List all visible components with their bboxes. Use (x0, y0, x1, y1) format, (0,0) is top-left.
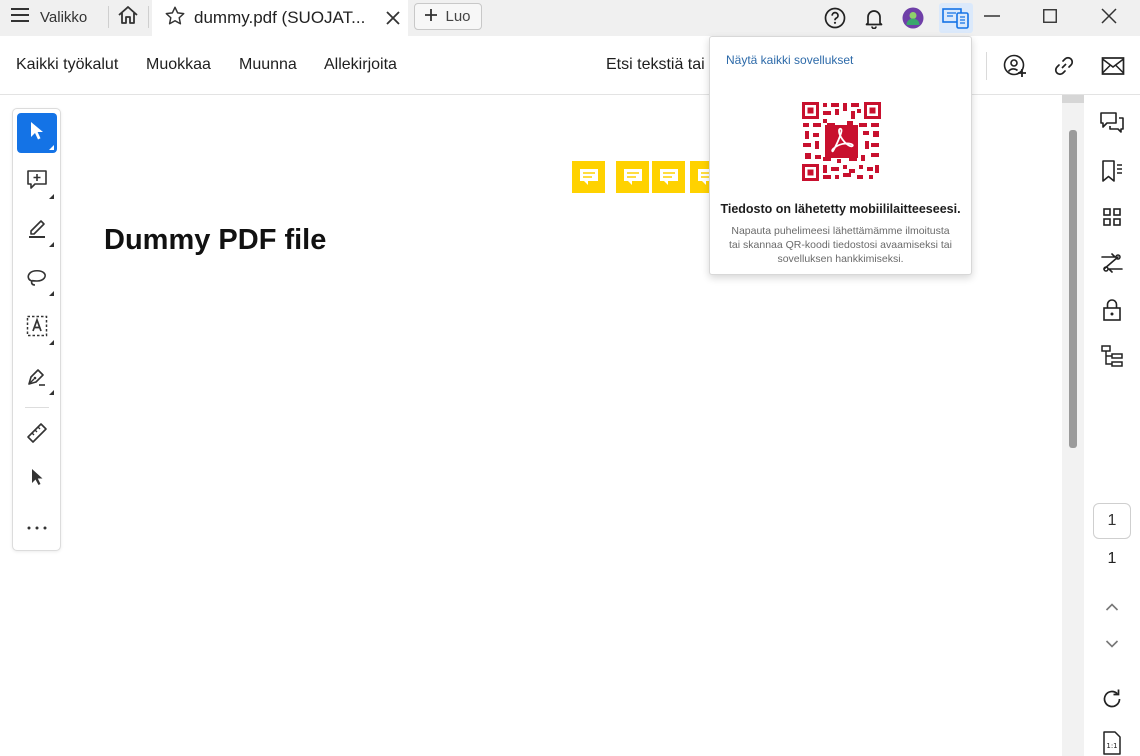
search-text-field[interactable]: Etsi tekstiä tai (606, 56, 705, 74)
plus-icon (425, 8, 438, 25)
measure-ruler-icon (26, 422, 48, 449)
corner-indicator (49, 242, 54, 247)
page-up-icon[interactable] (1098, 593, 1126, 621)
title-bar: Valikko dummy.pdf (SUOJAT... Luo (0, 0, 1140, 36)
close-tab-icon[interactable] (378, 11, 408, 25)
protect-icon[interactable] (1098, 296, 1126, 324)
scrollbar-thumb[interactable] (1069, 130, 1077, 448)
divider (986, 52, 987, 80)
link-icon[interactable] (1051, 53, 1077, 79)
minimize-button[interactable] (969, 0, 1015, 32)
pointer-tool-button[interactable] (17, 459, 57, 499)
menu-edit[interactable]: Muokkaa (146, 56, 211, 74)
divider (148, 6, 149, 28)
structure-icon[interactable] (1098, 342, 1126, 370)
select-tool-button[interactable] (17, 113, 57, 153)
menu-label: Valikko (40, 8, 88, 26)
menu-convert[interactable]: Muunna (239, 56, 297, 74)
menu-sign[interactable]: Allekirjoita (324, 56, 397, 74)
corner-indicator (49, 194, 54, 199)
corner-indicator (49, 145, 54, 150)
rotate-icon[interactable] (1098, 685, 1126, 713)
popup-heading: Tiedosto on lähetetty mobiililaitteesees… (720, 202, 961, 216)
divider (25, 407, 49, 408)
show-all-apps-link[interactable]: Näytä kaikki sovellukset (726, 53, 853, 67)
draw-pen-icon (26, 365, 48, 392)
close-window-button[interactable] (1086, 0, 1132, 32)
highlight-pen-icon (26, 217, 48, 244)
left-tool-rail (12, 108, 61, 551)
email-icon[interactable] (1100, 53, 1126, 79)
tab-title: dummy.pdf (SUOJAT... (194, 8, 366, 27)
send-to-mobile-icon[interactable] (939, 3, 973, 33)
home-icon (117, 5, 139, 30)
popup-description: Napauta puhelimeesi lähettämämme ilmoitu… (729, 225, 952, 265)
corner-indicator (49, 340, 54, 345)
qr-code (801, 101, 882, 182)
comment-note-icon[interactable] (616, 161, 649, 193)
text-field-icon (26, 315, 48, 342)
total-pages: 1 (1107, 550, 1117, 567)
draw-tool-button[interactable] (17, 358, 57, 398)
comments-icon[interactable] (1098, 109, 1126, 137)
divider (108, 6, 109, 28)
select-arrow-icon (29, 121, 45, 146)
page-down-icon[interactable] (1098, 630, 1126, 658)
help-icon[interactable] (823, 6, 847, 30)
maximize-button[interactable] (1027, 0, 1073, 32)
document-heading: Dummy PDF file (104, 224, 327, 256)
svg-text:1:1: 1:1 (1106, 742, 1117, 750)
text-field-tool-button[interactable] (17, 308, 57, 348)
add-comment-icon (26, 169, 48, 196)
send-to-mobile-popup: Näytä kaikki sovellukset Tiedosto on läh… (709, 36, 972, 275)
notifications-bell-icon[interactable] (862, 6, 886, 30)
create-button[interactable]: Luo (414, 3, 482, 30)
more-icon (27, 517, 47, 535)
lasso-tool-button[interactable] (17, 259, 57, 299)
right-tool-rail: 1 1 1:1 (1084, 95, 1140, 756)
hamburger-icon (10, 7, 30, 27)
page-fit-icon[interactable]: 1:1 (1098, 729, 1126, 756)
lasso-icon (25, 266, 49, 293)
home-button[interactable] (112, 0, 144, 34)
menu-all-tools[interactable]: Kaikki työkalut (16, 56, 118, 74)
star-icon[interactable] (164, 5, 186, 32)
corner-indicator (49, 291, 54, 296)
highlight-tool-button[interactable] (17, 210, 57, 250)
thumbnails-icon[interactable] (1098, 203, 1126, 231)
add-comment-button[interactable] (17, 162, 57, 202)
measure-tool-button[interactable] (17, 415, 57, 455)
document-tab[interactable]: dummy.pdf (SUOJAT... (152, 0, 408, 36)
scrollbar-top (1062, 95, 1084, 103)
comment-note-icon[interactable] (652, 161, 685, 193)
pointer-icon (30, 468, 44, 491)
more-tools-button[interactable] (17, 506, 57, 546)
bookmarks-icon[interactable] (1098, 157, 1126, 185)
current-page-input[interactable]: 1 (1093, 503, 1131, 539)
create-label: Luo (445, 8, 471, 25)
avatar[interactable] (901, 6, 925, 30)
menu-button[interactable]: Valikko (10, 0, 87, 34)
corner-indicator (49, 390, 54, 395)
compare-icon[interactable] (1098, 249, 1126, 277)
comment-note-icon[interactable] (572, 161, 605, 193)
share-user-icon[interactable] (1002, 53, 1028, 79)
